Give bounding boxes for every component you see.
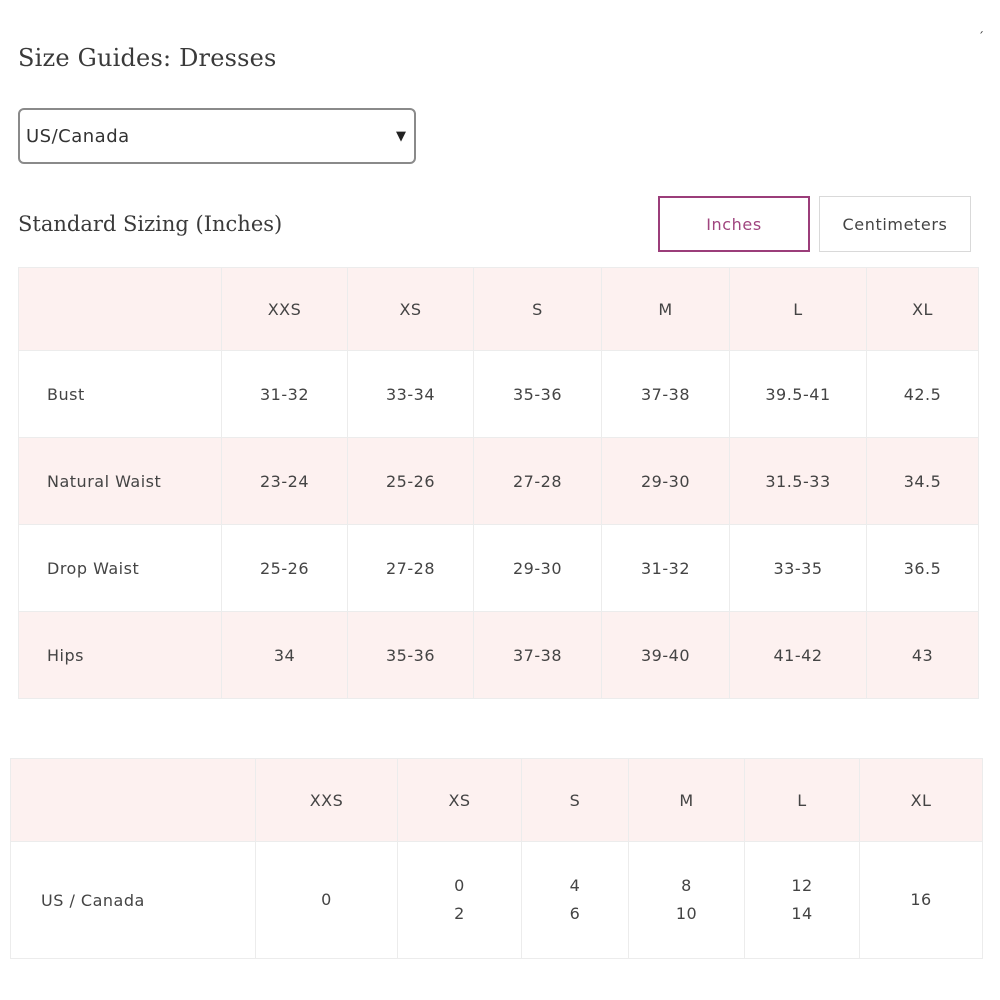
header-cell: XL	[866, 267, 979, 351]
table-cell: 37-38	[473, 611, 602, 699]
table-cell: 34.5	[866, 437, 979, 525]
size-value: 2	[454, 904, 465, 923]
table-header-row: XXS XS S M L XL	[10, 758, 983, 842]
table-cell: 8 10	[628, 841, 745, 959]
table-header-row: XXS XS S M L XL	[18, 267, 979, 351]
header-cell: S	[473, 267, 602, 351]
row-label: Natural Waist	[18, 437, 222, 525]
header-cell: XS	[347, 267, 474, 351]
table-cell: 4 6	[521, 841, 629, 959]
table-cell: 41-42	[729, 611, 867, 699]
table-row: Natural Waist 23-24 25-26 27-28 29-30 31…	[18, 437, 979, 525]
table-cell: 25-26	[221, 524, 348, 612]
header-cell: M	[601, 267, 730, 351]
table-cell: 35-36	[347, 611, 474, 699]
size-value: 14	[791, 904, 813, 923]
row-label: Drop Waist	[18, 524, 222, 612]
table-row: Bust 31-32 33-34 35-36 37-38 39.5-41 42.…	[18, 350, 979, 438]
table-cell: 43	[866, 611, 979, 699]
inches-button[interactable]: Inches	[658, 196, 810, 252]
table-cell: 33-34	[347, 350, 474, 438]
table-cell: 16	[859, 841, 983, 959]
header-cell-empty	[10, 758, 256, 842]
table-cell: 39.5-41	[729, 350, 867, 438]
table-cell: 34	[221, 611, 348, 699]
table-cell: 27-28	[347, 524, 474, 612]
chevron-down-icon: ▼	[396, 128, 406, 144]
centimeters-button[interactable]: Centimeters	[819, 196, 971, 252]
table-cell: 25-26	[347, 437, 474, 525]
size-value: 8	[681, 876, 692, 895]
header-cell: XL	[859, 758, 983, 842]
header-cell: L	[729, 267, 867, 351]
table-row: Hips 34 35-36 37-38 39-40 41-42 43	[18, 611, 979, 699]
table-cell: 29-30	[601, 437, 730, 525]
size-value: 12	[791, 876, 813, 895]
header-cell: XXS	[221, 267, 348, 351]
row-label: US / Canada	[10, 841, 256, 959]
table-cell: 29-30	[473, 524, 602, 612]
row-label: Hips	[18, 611, 222, 699]
size-value: 10	[675, 904, 698, 923]
table-cell: 0	[255, 841, 398, 959]
table-row: Drop Waist 25-26 27-28 29-30 31-32 33-35…	[18, 524, 979, 612]
table-cell: 31.5-33	[729, 437, 867, 525]
table-cell: 31-32	[221, 350, 348, 438]
table-row: US / Canada 0 0 2 4 6 8 10 12 14 16	[10, 841, 983, 959]
table-cell: 42.5	[866, 350, 979, 438]
size-value: 6	[569, 904, 581, 923]
table-cell: 36.5	[866, 524, 979, 612]
page-title: Size Guides: Dresses	[18, 44, 277, 72]
header-cell: M	[628, 758, 745, 842]
table-cell: 27-28	[473, 437, 602, 525]
standard-sizing-table: XXS XS S M L XL Bust 31-32 33-34 35-36 3…	[18, 267, 979, 699]
table-cell: 0 2	[397, 841, 522, 959]
table-cell: 31-32	[601, 524, 730, 612]
size-value: 0	[321, 890, 332, 909]
header-cell: XS	[397, 758, 522, 842]
size-value: 4	[569, 876, 581, 895]
header-cell: L	[744, 758, 860, 842]
corner-mark: ´	[978, 30, 984, 44]
table-cell: 23-24	[221, 437, 348, 525]
table-cell: 35-36	[473, 350, 602, 438]
size-conversion-table: XXS XS S M L XL US / Canada 0 0 2 4 6 8 …	[10, 758, 983, 959]
table-cell: 39-40	[601, 611, 730, 699]
region-select[interactable]: US/Canada ▼	[18, 108, 416, 164]
header-cell: S	[521, 758, 629, 842]
section-title: Standard Sizing (Inches)	[18, 212, 283, 236]
region-select-value: US/Canada	[26, 125, 130, 147]
row-label: Bust	[18, 350, 222, 438]
table-cell: 33-35	[729, 524, 867, 612]
table-cell: 37-38	[601, 350, 730, 438]
header-cell-empty	[18, 267, 222, 351]
table-cell: 12 14	[744, 841, 860, 959]
header-cell: XXS	[255, 758, 398, 842]
size-value: 0	[454, 876, 465, 895]
size-value: 16	[910, 890, 932, 909]
